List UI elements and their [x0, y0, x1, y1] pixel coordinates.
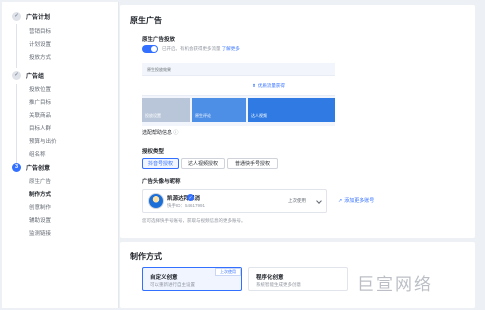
preview-card: 投放设置 — [142, 98, 190, 122]
section-title: 原生广告 — [130, 16, 162, 25]
sidebar-item-creative-production[interactable]: 创意制作 — [29, 203, 51, 211]
chevron-down-icon[interactable] — [316, 198, 322, 204]
verified-icon: ✓ — [187, 194, 194, 201]
preview-card-label: 达人视频 — [251, 113, 267, 118]
add-account-link[interactable]: ↗ 添加更多账号 — [338, 197, 375, 205]
mode-description: 可以重新进行自主设置 — [150, 282, 195, 287]
preview-cta: ⬆ 优质流量获得 — [142, 75, 335, 96]
help-info-label: 选配帮助信息 ⓘ — [142, 129, 178, 136]
account-name: 凯源达拜课消 — [167, 196, 201, 202]
preview-card-label: 原生评论 — [195, 113, 211, 118]
arrow-up-icon: ⬆ — [252, 82, 256, 88]
step-connector — [16, 24, 17, 68]
step-number-badge: 3 — [12, 163, 21, 172]
step-group-adgroup[interactable]: ✓ 广告组 — [12, 71, 44, 80]
sidebar-item-delivery-method[interactable]: 投放方式 — [29, 53, 51, 61]
auth-option-kuaishou[interactable]: 普通快手号授权 — [227, 158, 278, 169]
mode-title: 程序化创意 — [256, 275, 284, 281]
sidebar-item-target-audience[interactable]: 目标人群 — [29, 124, 51, 132]
preview-header: 原生投放效果 — [147, 67, 171, 72]
sidebar-item-promotion-target[interactable]: 推广目标 — [29, 98, 51, 106]
auth-option-douyin[interactable]: 抖音号授权 — [142, 158, 179, 169]
preview-card: 达人视频 — [248, 98, 335, 122]
account-id: 快手ID：54617991 — [167, 203, 206, 208]
sidebar-item-budget-bid[interactable]: 预算与出价 — [29, 137, 57, 145]
step-group-creative[interactable]: 3 广告创意 — [12, 163, 50, 172]
sidebar-item-group-name[interactable]: 组名称 — [29, 150, 46, 158]
toggle-description-text: 已开启。有机会获得更多流量 — [162, 46, 221, 51]
info-icon[interactable]: ⓘ — [173, 130, 178, 136]
mode-title: 自定义创意 — [150, 275, 178, 281]
auth-option-creator-video[interactable]: 达人视频授权 — [181, 158, 225, 169]
check-icon: ✓ — [12, 12, 21, 21]
sidebar-item-auxiliary-settings[interactable]: 辅助设置 — [29, 216, 51, 224]
step-group-title: 广告组 — [26, 74, 45, 80]
sidebar-item-production-method[interactable]: 制作方式 — [29, 190, 51, 198]
mode-option-custom[interactable]: 自定义创意 可以重新进行自主设置 上次使用 — [142, 267, 242, 291]
app-frame: ✓ 广告计划 营销目标 计划设置 投放方式 ✓ 广告组 投放位置 推广目标 关联… — [0, 0, 485, 310]
external-link-icon: ↗ — [338, 197, 343, 204]
sidebar-steps: ✓ 广告计划 营销目标 计划设置 投放方式 ✓ 广告组 投放位置 推广目标 关联… — [2, 2, 119, 308]
account-hint: 您可选择快手号账号，获取与视频信息的更多账号。 — [142, 218, 246, 223]
step-group-title: 广告创意 — [26, 166, 51, 172]
toggle-label: 原生广告投放 — [142, 37, 176, 43]
sidebar-item-placement[interactable]: 投放位置 — [29, 85, 51, 93]
auth-type-label: 授权类型 — [142, 149, 165, 155]
account-select[interactable]: 凯源达拜课消 ✓ 快手ID：54617991 上次使用 — [142, 189, 327, 213]
sidebar-item-related-products[interactable]: 关联商品 — [29, 111, 51, 119]
preview-card: 原生评论 — [192, 98, 246, 122]
avatar-nickname-label: 广告头像与昵称 — [142, 179, 181, 185]
native-ad-card: 原生广告 原生广告投放 已开启。有机会获得更多流量 了解更多 原生投放效果 ⬆ … — [120, 5, 475, 238]
add-account-label: 添加更多账号 — [344, 198, 375, 204]
watermark: 巨宣网络 — [357, 275, 433, 295]
sidebar-item-marketing-goal[interactable]: 营销目标 — [29, 27, 51, 35]
sidebar-item-plan-settings[interactable]: 计划设置 — [29, 40, 51, 48]
section-title: 制作方式 — [130, 252, 162, 261]
last-used-tag: 上次使用 — [288, 198, 306, 203]
check-icon: ✓ — [12, 71, 21, 80]
mode-description: 系统智能生成更多创意 — [256, 282, 301, 287]
native-ad-toggle[interactable] — [142, 45, 158, 53]
learn-more-link[interactable]: 了解更多 — [222, 46, 240, 51]
last-used-badge: 上次使用 — [215, 268, 241, 276]
sidebar-item-tracking-link[interactable]: 监测链接 — [29, 229, 51, 237]
sidebar-item-native-ad[interactable]: 原生广告 — [29, 177, 51, 185]
toggle-description: 已开启。有机会获得更多流量 了解更多 — [162, 46, 240, 52]
native-preview: 原生投放效果 ⬆ 优质流量获得 投放设置 原生评论 达人视频 — [142, 63, 335, 126]
main-content: 原生广告 原生广告投放 已开启。有机会获得更多流量 了解更多 原生投放效果 ⬆ … — [120, 2, 481, 308]
help-info-text: 选配帮助信息 — [142, 130, 173, 136]
avatar — [148, 193, 164, 209]
step-group-campaign[interactable]: ✓ 广告计划 — [12, 12, 50, 21]
step-group-title: 广告计划 — [26, 15, 51, 21]
step-connector — [16, 84, 17, 163]
mode-option-programmatic[interactable]: 程序化创意 系统智能生成更多创意 — [248, 267, 348, 291]
preview-cta-label: 优质流量获得 — [257, 82, 285, 88]
preview-card-label: 投放设置 — [145, 113, 161, 118]
